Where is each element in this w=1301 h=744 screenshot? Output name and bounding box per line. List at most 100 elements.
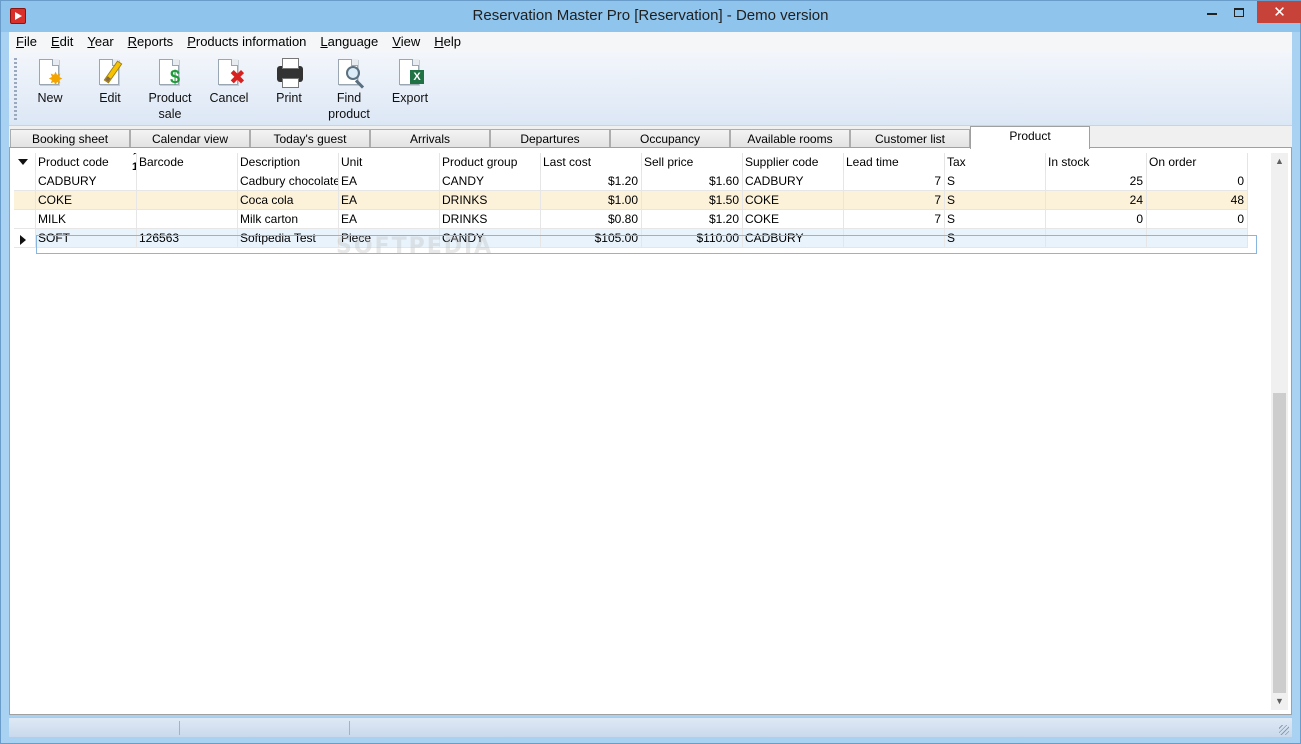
cell-supplier-code[interactable]: COKE xyxy=(743,191,844,210)
title-bar[interactable]: Reservation Master Pro [Reservation] - D… xyxy=(1,1,1301,32)
scroll-down-icon[interactable]: ▼ xyxy=(1271,693,1288,710)
cell-product-code[interactable]: SOFT xyxy=(36,229,137,248)
tab-departures[interactable]: Departures xyxy=(490,129,610,148)
tab-todays-guest[interactable]: Today's guest xyxy=(250,129,370,148)
scroll-up-icon[interactable]: ▲ xyxy=(1271,153,1288,170)
column-header-barcode[interactable]: Barcode xyxy=(137,153,238,172)
cell-on-order[interactable]: 0 xyxy=(1147,210,1248,229)
cell-lead-time[interactable] xyxy=(844,229,945,248)
tab-calendar-view[interactable]: Calendar view xyxy=(130,129,250,148)
cell-tax[interactable]: S xyxy=(945,172,1046,191)
cell-product-code[interactable]: COKE xyxy=(36,191,137,210)
cell-tax[interactable]: S xyxy=(945,229,1046,248)
cell-product-group[interactable]: CANDY xyxy=(440,229,541,248)
table-row-selected[interactable]: SOFT 126563 Softpedia Test Piece CANDY $… xyxy=(14,229,1271,248)
cell-supplier-code[interactable]: CADBURY xyxy=(743,229,844,248)
new-button[interactable]: ✸ New xyxy=(22,58,78,106)
cell-unit[interactable]: Piece xyxy=(339,229,440,248)
cell-in-stock[interactable] xyxy=(1046,229,1147,248)
cell-in-stock[interactable]: 0 xyxy=(1046,210,1147,229)
row-selector-header[interactable] xyxy=(14,153,36,172)
cell-on-order[interactable] xyxy=(1147,229,1248,248)
cell-product-code[interactable]: MILK xyxy=(36,210,137,229)
column-header-supplier-code[interactable]: Supplier code xyxy=(743,153,844,172)
table-row[interactable]: CADBURY Cadbury chocolate EA CANDY $1.20… xyxy=(14,172,1271,191)
cell-description[interactable]: Milk carton xyxy=(238,210,339,229)
tab-product[interactable]: Product xyxy=(970,126,1090,149)
cell-on-order[interactable]: 0 xyxy=(1147,172,1248,191)
cell-lead-time[interactable]: 7 xyxy=(844,191,945,210)
menu-help[interactable]: Help xyxy=(427,32,468,52)
scrollbar-thumb[interactable] xyxy=(1273,393,1286,693)
product-sale-button[interactable]: $ Product sale xyxy=(142,58,198,122)
cell-lead-time[interactable]: 7 xyxy=(844,172,945,191)
menu-view[interactable]: View xyxy=(385,32,427,52)
cell-unit[interactable]: EA xyxy=(339,191,440,210)
export-button[interactable]: X Export xyxy=(382,58,438,106)
table-row[interactable]: COKE Coca cola EA DRINKS $1.00 $1.50 COK… xyxy=(14,191,1271,210)
column-header-last-cost[interactable]: Last cost xyxy=(541,153,642,172)
cell-last-cost[interactable]: $1.00 xyxy=(541,191,642,210)
cell-description[interactable]: Softpedia Test xyxy=(238,229,339,248)
minimize-button[interactable] xyxy=(1199,1,1225,23)
column-header-description[interactable]: Description xyxy=(238,153,339,172)
row-selector[interactable] xyxy=(14,191,36,210)
cell-lead-time[interactable]: 7 xyxy=(844,210,945,229)
cell-last-cost[interactable]: $0.80 xyxy=(541,210,642,229)
cell-supplier-code[interactable]: CADBURY xyxy=(743,172,844,191)
cell-description[interactable]: Coca cola xyxy=(238,191,339,210)
cell-sell-price[interactable]: $110.00 xyxy=(642,229,743,248)
tab-occupancy[interactable]: Occupancy xyxy=(610,129,730,148)
column-header-unit[interactable]: Unit xyxy=(339,153,440,172)
column-header-in-stock[interactable]: In stock xyxy=(1046,153,1147,172)
menu-year[interactable]: Year xyxy=(80,32,120,52)
print-button[interactable]: Print xyxy=(261,58,317,106)
close-button[interactable]: ✕ xyxy=(1257,1,1301,23)
column-header-product-group[interactable]: Product group xyxy=(440,153,541,172)
find-product-button[interactable]: Find product xyxy=(321,58,377,122)
cell-sell-price[interactable]: $1.50 xyxy=(642,191,743,210)
column-header-lead-time[interactable]: Lead time xyxy=(844,153,945,172)
cell-sell-price[interactable]: $1.20 xyxy=(642,210,743,229)
cancel-button[interactable]: ✖ Cancel xyxy=(201,58,257,106)
cell-product-group[interactable]: CANDY xyxy=(440,172,541,191)
menu-file[interactable]: File xyxy=(9,32,44,52)
cell-barcode[interactable] xyxy=(137,191,238,210)
cell-unit[interactable]: EA xyxy=(339,172,440,191)
cell-product-code[interactable]: CADBURY xyxy=(36,172,137,191)
cell-tax[interactable]: S xyxy=(945,191,1046,210)
cell-unit[interactable]: EA xyxy=(339,210,440,229)
tab-arrivals[interactable]: Arrivals xyxy=(370,129,490,148)
menu-language[interactable]: Language xyxy=(313,32,385,52)
cell-last-cost[interactable]: $105.00 xyxy=(541,229,642,248)
cell-tax[interactable]: S xyxy=(945,210,1046,229)
tab-available-rooms[interactable]: Available rooms xyxy=(730,129,850,148)
cell-in-stock[interactable]: 25 xyxy=(1046,172,1147,191)
column-header-sell-price[interactable]: Sell price xyxy=(642,153,743,172)
column-header-on-order[interactable]: On order xyxy=(1147,153,1248,172)
cell-supplier-code[interactable]: COKE xyxy=(743,210,844,229)
cell-product-group[interactable]: DRINKS xyxy=(440,210,541,229)
vertical-scrollbar[interactable]: ▲ ▼ xyxy=(1271,153,1288,710)
maximize-button[interactable] xyxy=(1226,1,1252,23)
row-selector[interactable] xyxy=(14,229,36,248)
column-header-tax[interactable]: Tax xyxy=(945,153,1046,172)
row-selector[interactable] xyxy=(14,172,36,191)
cell-barcode[interactable] xyxy=(137,210,238,229)
row-selector[interactable] xyxy=(14,210,36,229)
menu-products-information[interactable]: Products information xyxy=(180,32,313,52)
cell-product-group[interactable]: DRINKS xyxy=(440,191,541,210)
cell-sell-price[interactable]: $1.60 xyxy=(642,172,743,191)
cell-in-stock[interactable]: 24 xyxy=(1046,191,1147,210)
edit-button[interactable]: Edit xyxy=(82,58,138,106)
tab-booking-sheet[interactable]: Booking sheet xyxy=(10,129,130,148)
toolbar-grip[interactable] xyxy=(14,58,17,120)
menu-edit[interactable]: Edit xyxy=(44,32,80,52)
resize-grip-icon[interactable] xyxy=(1279,725,1289,735)
cell-barcode[interactable] xyxy=(137,172,238,191)
column-header-product-code[interactable]: Product codeˆ1 xyxy=(36,153,137,172)
cell-last-cost[interactable]: $1.20 xyxy=(541,172,642,191)
cell-description[interactable]: Cadbury chocolate xyxy=(238,172,339,191)
cell-barcode[interactable]: 126563 xyxy=(137,229,238,248)
menu-reports[interactable]: Reports xyxy=(121,32,181,52)
